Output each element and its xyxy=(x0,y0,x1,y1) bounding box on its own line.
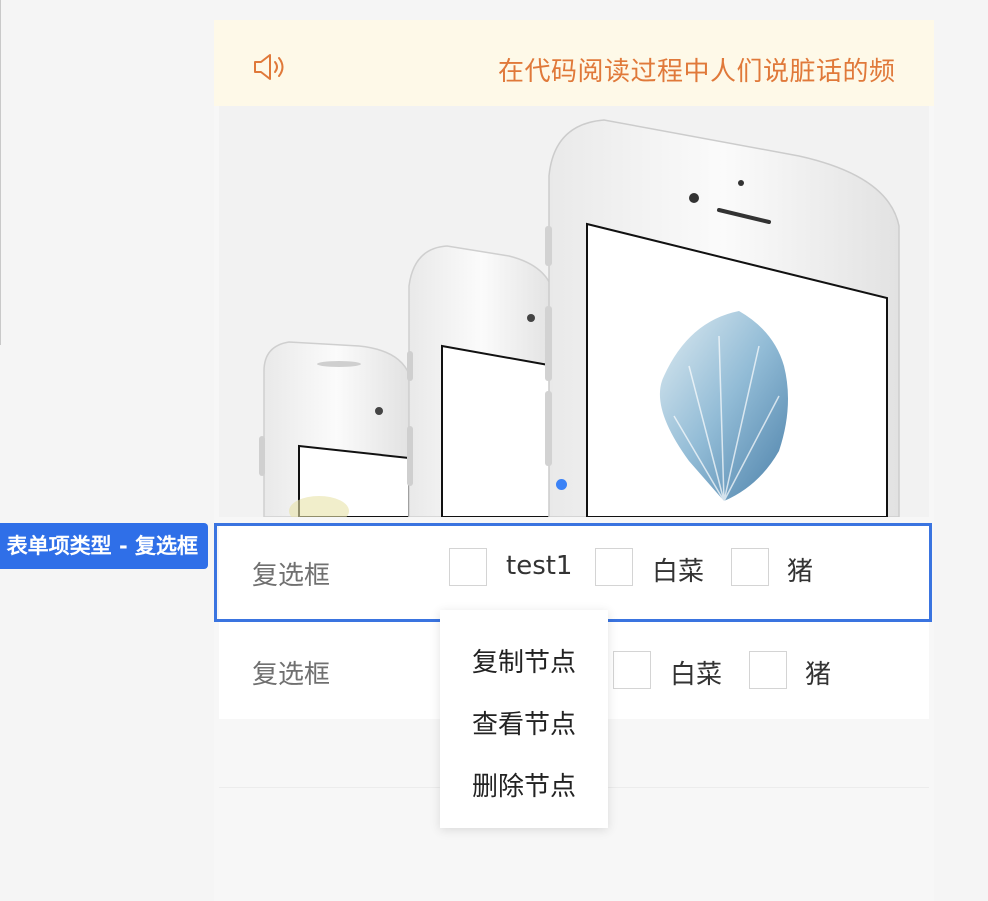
field-label: 复选框 xyxy=(252,561,331,591)
menu-item-delete-node[interactable]: 删除节点 xyxy=(472,766,576,803)
checkbox-option-label: 白菜 xyxy=(652,557,705,587)
iphone-product-image xyxy=(219,106,929,517)
checkbox[interactable] xyxy=(749,651,787,689)
left-edge-divider xyxy=(0,0,1,345)
notice-bar[interactable]: 在代码阅读过程中人们说脏话的频 xyxy=(214,20,934,106)
checkbox[interactable] xyxy=(595,548,633,586)
checkbox-option-label: 白菜 xyxy=(670,660,723,690)
field-label: 复选框 xyxy=(252,660,331,690)
checkbox[interactable] xyxy=(613,651,651,689)
checkbox-option-label: 猪 xyxy=(787,557,814,587)
context-menu: 复制节点 查看节点 删除节点 xyxy=(440,610,608,828)
checkbox[interactable] xyxy=(449,548,487,586)
checkbox[interactable] xyxy=(731,548,769,586)
menu-item-view-node[interactable]: 查看节点 xyxy=(472,704,576,741)
banner-carousel[interactable] xyxy=(219,106,929,517)
form-row-checkbox[interactable]: 复选框 test1 白菜 猪 xyxy=(219,524,929,620)
notice-text: 在代码阅读过程中人们说脏话的频 xyxy=(498,57,896,87)
checkbox-option-label: test1 xyxy=(506,551,573,581)
node-type-badge: 表单项类型 - 复选框 xyxy=(0,523,208,569)
checkbox-option-label: 猪 xyxy=(805,660,832,690)
menu-item-copy-node[interactable]: 复制节点 xyxy=(472,642,576,679)
